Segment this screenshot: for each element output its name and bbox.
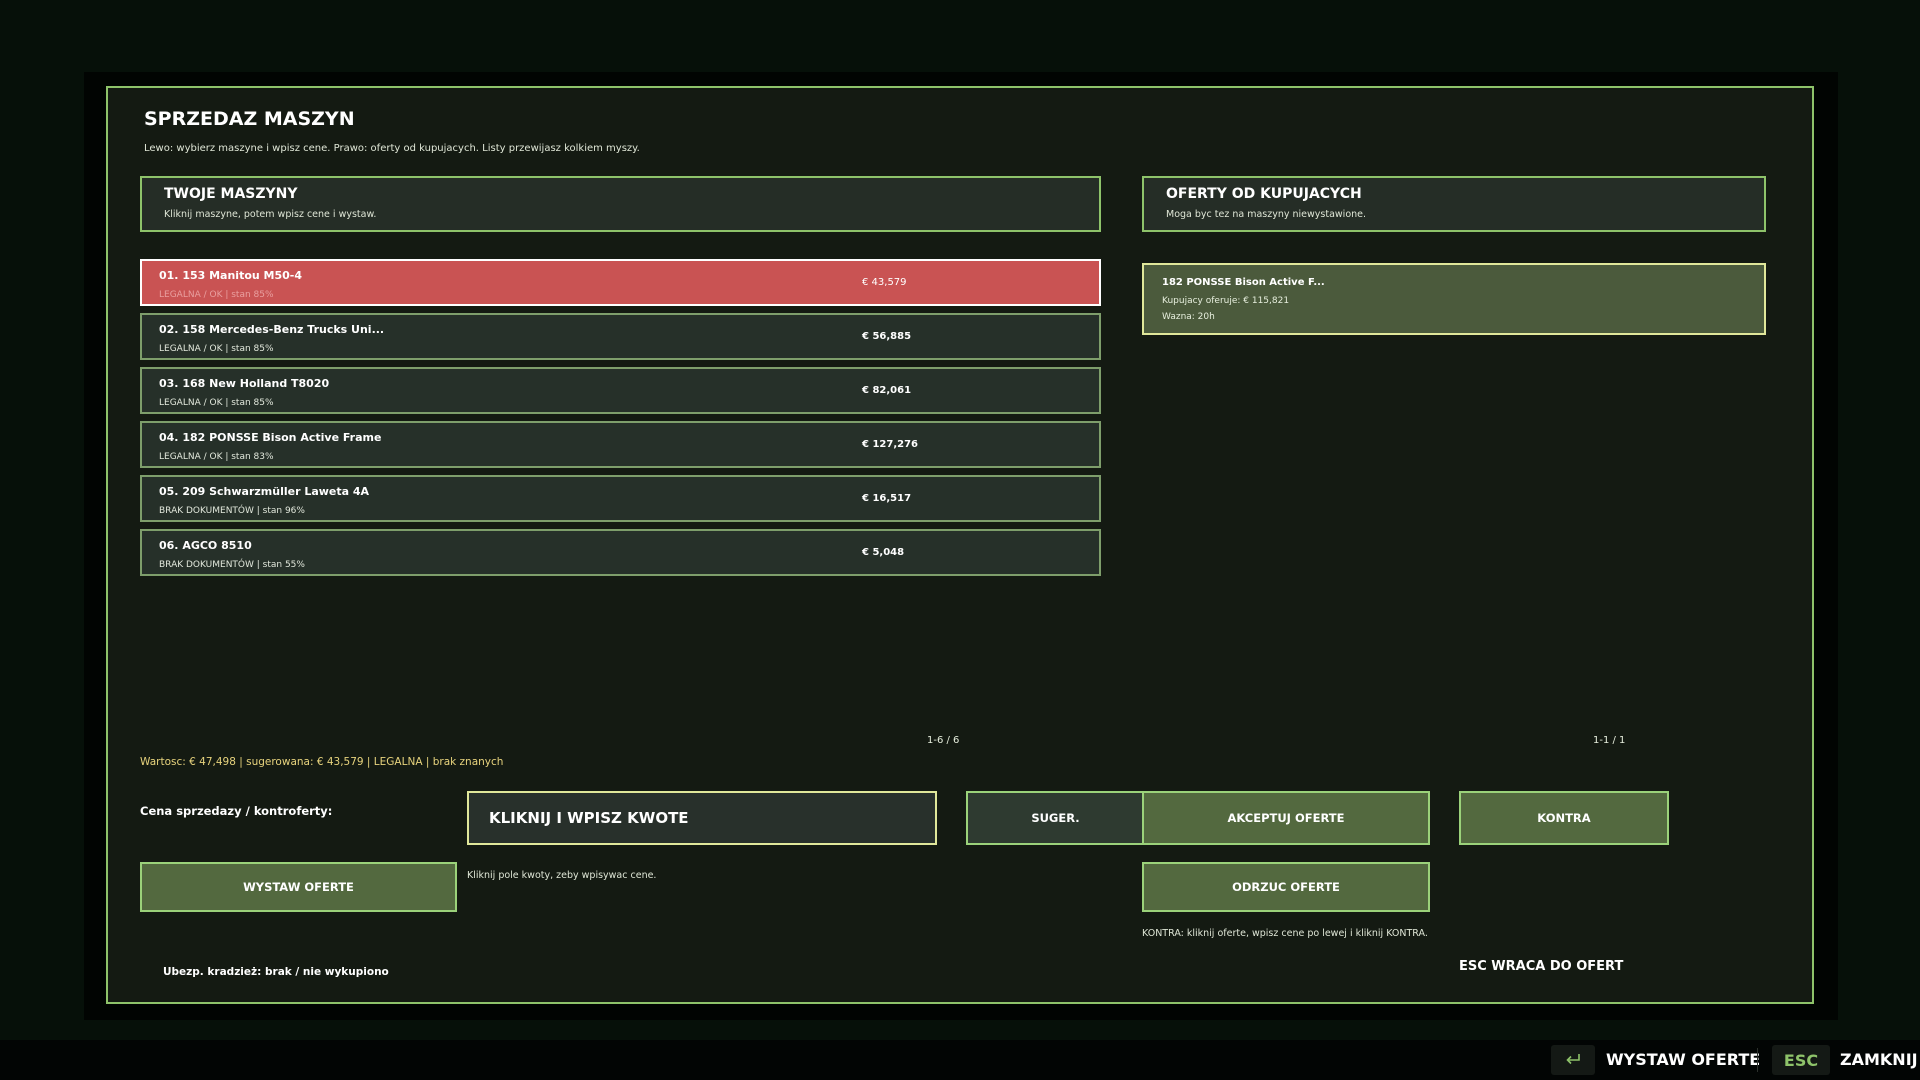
machine-status: LEGALNA / OK | stan 85%: [159, 290, 274, 300]
machine-status: BRAK DOKUMENTÓW | stan 96%: [159, 506, 305, 516]
price-hint: Kliknij pole kwoty, zeby wpisywac cene.: [467, 870, 657, 881]
machines-pager: 1-6 / 6: [927, 735, 960, 746]
machine-status: BRAK DOKUMENTÓW | stan 55%: [159, 560, 305, 570]
machine-row[interactable]: 05. 209 Schwarzmüller Laweta 4A BRAK DOK…: [140, 475, 1101, 522]
machine-status: LEGALNA / OK | stan 85%: [159, 398, 274, 408]
offer-card[interactable]: 182 PONSSE Bison Active F... Kupujacy of…: [1142, 263, 1766, 335]
machine-price: € 56,885: [862, 331, 912, 342]
machine-name: 01. 153 Manitou M50-4: [159, 269, 303, 282]
buyer-offers-title: OFERTY OD KUPUJACYCH: [1166, 186, 1362, 202]
machine-summary: Wartosc: € 47,498 | sugerowana: € 43,579…: [140, 756, 504, 768]
offers-pager: 1-1 / 1: [1593, 735, 1626, 746]
esc-back-hint: ESC WRACA DO OFERT: [1459, 959, 1624, 974]
machine-price: € 43,579: [862, 277, 907, 288]
machine-name: 05. 209 Schwarzmüller Laweta 4A: [159, 485, 370, 498]
bottom-close-label[interactable]: ZAMKNIJ: [1840, 1050, 1918, 1069]
buyer-offers-header: OFERTY OD KUPUJACYCH Moga byc tez na mas…: [1142, 176, 1766, 232]
offer-amount: Kupujacy oferuje: € 115,821: [1162, 296, 1290, 306]
machine-row[interactable]: 03. 168 New Holland T8020 LEGALNA / OK |…: [140, 367, 1101, 414]
machine-name: 02. 158 Mercedes-Benz Trucks Uni...: [159, 323, 385, 336]
machine-row[interactable]: 01. 153 Manitou M50-4 LEGALNA / OK | sta…: [140, 259, 1101, 306]
page-subtitle: Lewo: wybierz maszyne i wpisz cene. Praw…: [144, 143, 640, 154]
my-machines-title: TWOJE MASZYNY: [164, 186, 298, 202]
page-title: SPRZEDAZ MASZYN: [144, 108, 355, 130]
machine-price: € 16,517: [862, 493, 912, 504]
buyer-offers-desc: Moga byc tez na maszyny niewystawione.: [1166, 209, 1367, 220]
machine-name: 04. 182 PONSSE Bison Active Frame: [159, 431, 382, 444]
bottom-list-offer-label[interactable]: WYSTAW OFERTE: [1606, 1050, 1760, 1069]
machine-row[interactable]: 04. 182 PONSSE Bison Active Frame LEGALN…: [140, 421, 1101, 468]
machine-status: LEGALNA / OK | stan 85%: [159, 344, 274, 354]
counter-hint: KONTRA: kliknij oferte, wpisz cene po le…: [1142, 928, 1428, 939]
theft-insurance-status: Ubezp. kradzież: brak / nie wykupiono: [163, 966, 389, 978]
enter-icon: [1566, 1054, 1580, 1065]
counter-offer-button[interactable]: KONTRA: [1459, 791, 1669, 845]
machine-name: 06. AGCO 8510: [159, 539, 252, 552]
my-machines-desc: Kliknij maszyne, potem wpisz cene i wyst…: [164, 209, 377, 220]
list-offer-button[interactable]: WYSTAW OFERTE: [140, 862, 457, 912]
price-label: Cena sprzedazy / kontroferty:: [140, 804, 333, 818]
machine-row[interactable]: 02. 158 Mercedes-Benz Trucks Uni... LEGA…: [140, 313, 1101, 360]
machine-price: € 5,048: [862, 547, 905, 558]
machine-price: € 82,061: [862, 385, 912, 396]
esc-key-chip[interactable]: ESC: [1772, 1045, 1830, 1075]
machine-status: LEGALNA / OK | stan 83%: [159, 452, 274, 462]
price-input[interactable]: KLIKNIJ I WPISZ KWOTE: [467, 791, 937, 845]
accept-offer-button[interactable]: AKCEPTUJ OFERTE: [1142, 791, 1430, 845]
suggest-button[interactable]: SUGER.: [966, 791, 1145, 845]
offer-machine-name: 182 PONSSE Bison Active F...: [1162, 277, 1325, 288]
machine-name: 03. 168 New Holland T8020: [159, 377, 330, 390]
machine-price: € 127,276: [862, 439, 918, 450]
offer-validity: Wazna: 20h: [1162, 312, 1215, 322]
machine-row[interactable]: 06. AGCO 8510 BRAK DOKUMENTÓW | stan 55%…: [140, 529, 1101, 576]
reject-offer-button[interactable]: ODRZUC OFERTE: [1142, 862, 1430, 912]
enter-key-chip[interactable]: [1551, 1045, 1595, 1075]
my-machines-header: TWOJE MASZYNY Kliknij maszyne, potem wpi…: [140, 176, 1101, 232]
bottom-bar-divider: [1757, 1048, 1758, 1072]
